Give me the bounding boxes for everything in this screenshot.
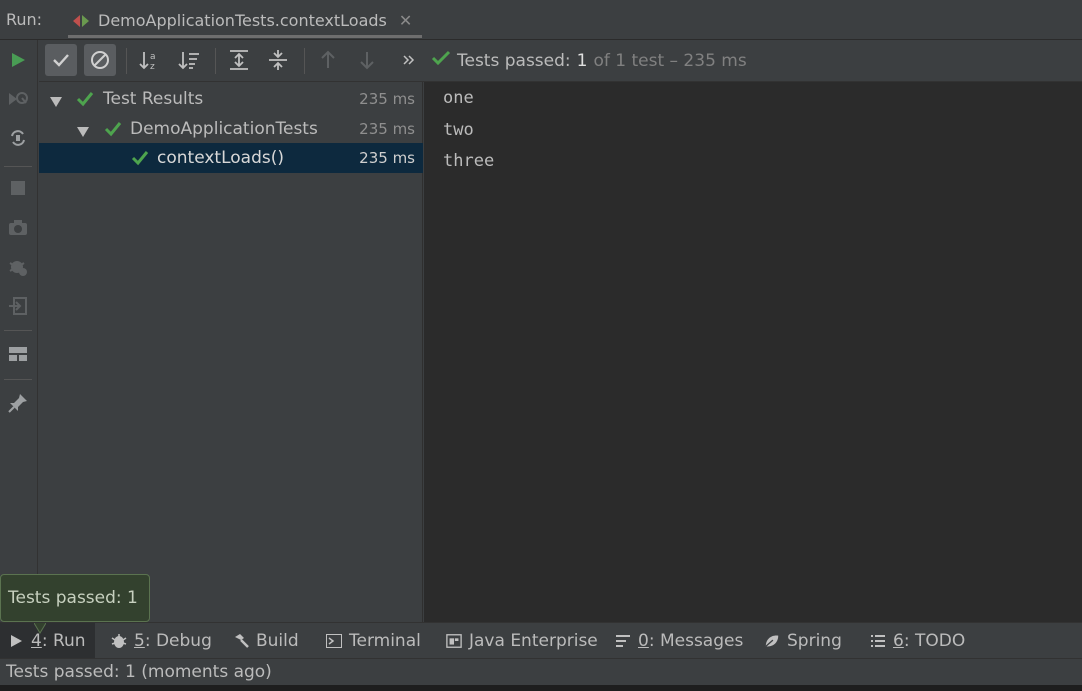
sort-duration-icon[interactable] (173, 44, 205, 76)
tool-tab-label: : Run (41, 631, 86, 651)
tab-active-indicator (68, 35, 423, 38)
run-label: Run: (6, 10, 43, 29)
show-passed-icon[interactable] (45, 44, 77, 76)
console-line: two (443, 119, 474, 140)
expand-arrow-icon[interactable] (77, 123, 89, 137)
layout-icon[interactable] (6, 342, 30, 366)
status-passed-count: 1 (576, 50, 588, 71)
tree-row-label: Test Results (103, 89, 204, 109)
tool-tab-label: : Debug (144, 631, 212, 651)
close-icon[interactable]: ✕ (399, 11, 412, 30)
test-status-summary: Tests passed: 1 of 1 test – 235 ms (431, 50, 747, 71)
tool-tab-label: Java Enterprise (469, 631, 598, 651)
camera-icon[interactable] (6, 216, 30, 240)
tree-row-label: DemoApplicationTests (130, 119, 318, 139)
console-line: one (443, 88, 474, 108)
tool-tab-label: Spring (787, 631, 842, 651)
show-ignored-icon[interactable] (84, 44, 116, 76)
messages-icon (615, 633, 631, 649)
window-bottom-edge (0, 685, 1082, 691)
tree-row-label: contextLoads() (157, 148, 284, 168)
toolbar-divider (4, 330, 32, 331)
tool-tab-build[interactable]: Build (225, 623, 307, 659)
expand-arrow-icon[interactable] (50, 93, 62, 107)
status-detail: of 1 test – 235 ms (593, 50, 747, 71)
debug-settings-icon[interactable] (6, 255, 30, 279)
pass-check-icon (131, 150, 149, 166)
svg-text:z: z (150, 62, 155, 71)
run-tab-title: DemoApplicationTests.contextLoads (98, 10, 387, 30)
toolbar-divider (126, 48, 127, 74)
tests-passed-balloon[interactable]: Tests passed: 1 (0, 574, 150, 622)
import-icon[interactable] (6, 294, 30, 318)
sort-alpha-icon[interactable]: az (134, 44, 166, 76)
tool-tab-label: : Messages (648, 631, 744, 651)
test-class-icon (72, 13, 90, 27)
debug-icon (111, 633, 127, 649)
run-header: Run: DemoApplicationTests.contextLoads ✕ (0, 0, 1082, 40)
status-bar-text: Tests passed: 1 (moments ago) (6, 662, 272, 682)
tool-tab-label: Terminal (349, 631, 421, 651)
test-tree: Test Results 235 ms DemoApplicationTests… (39, 82, 423, 622)
tree-row-context-loads[interactable]: contextLoads() 235 ms (39, 143, 423, 173)
tree-row-test-results[interactable]: Test Results 235 ms (39, 84, 423, 114)
tool-tab-number: 6 (893, 631, 904, 651)
terminal-icon (326, 633, 342, 649)
tree-row-demo-application-tests[interactable]: DemoApplicationTests 235 ms (39, 114, 423, 144)
pass-check-icon (431, 50, 451, 71)
more-icon[interactable] (393, 44, 425, 76)
toolbar-divider (304, 48, 305, 74)
run-tab[interactable]: DemoApplicationTests.contextLoads ✕ (62, 0, 423, 40)
console-output[interactable]: one two three (424, 82, 1082, 622)
tree-row-time: 235 ms (359, 90, 415, 108)
tool-tab-label: Build (256, 631, 299, 651)
tree-row-time: 235 ms (359, 120, 415, 138)
tool-tab-java-enterprise[interactable]: Java Enterprise (438, 623, 606, 659)
left-toolbar (0, 40, 38, 622)
tool-window-bar: 4: Run 5: Debug Build Terminal Java Ente… (0, 622, 1082, 659)
run-icon (8, 633, 24, 649)
tool-tab-messages[interactable]: 0: Messages (607, 623, 751, 659)
toolbar-divider (4, 379, 32, 380)
tool-tab-run[interactable]: 4: Run (0, 623, 95, 659)
tool-tab-terminal[interactable]: Terminal (318, 623, 429, 659)
prev-failed-icon[interactable] (312, 44, 344, 76)
test-toolbar: az Tests passed: 1 of 1 test – 235 ms (39, 40, 1082, 82)
pass-check-icon (104, 121, 122, 137)
pass-check-icon (76, 91, 94, 107)
toggle-auto-test-icon[interactable] (6, 126, 30, 150)
balloon-text: Tests passed: 1 (8, 588, 138, 608)
expand-all-icon[interactable] (223, 44, 255, 76)
tool-tab-spring[interactable]: Spring (756, 623, 850, 659)
tool-tab-label: : TODO (903, 631, 966, 651)
spring-icon (764, 633, 780, 649)
toolbar-divider (215, 48, 216, 74)
toolbar-divider (4, 166, 32, 167)
todo-icon (870, 633, 886, 649)
pin-icon[interactable] (6, 391, 30, 415)
stop-icon[interactable] (6, 176, 30, 200)
java-enterprise-icon (446, 633, 462, 649)
svg-text:a: a (150, 52, 156, 62)
tool-tab-number: 0 (638, 631, 649, 651)
tool-tab-debug[interactable]: 5: Debug (103, 623, 220, 659)
tool-tab-todo[interactable]: 6: TODO (862, 623, 973, 659)
run-icon[interactable] (6, 48, 30, 72)
next-failed-icon[interactable] (351, 44, 383, 76)
rerun-failed-icon[interactable] (6, 87, 30, 111)
tree-row-time: 235 ms (359, 149, 415, 167)
status-bar: Tests passed: 1 (moments ago) (0, 658, 1082, 685)
collapse-all-icon[interactable] (262, 44, 294, 76)
build-icon (233, 633, 249, 649)
status-passed-label: Tests passed: (457, 50, 571, 71)
balloon-pointer (33, 620, 47, 634)
tool-tab-number: 5 (134, 631, 145, 651)
console-line: three (443, 151, 495, 171)
